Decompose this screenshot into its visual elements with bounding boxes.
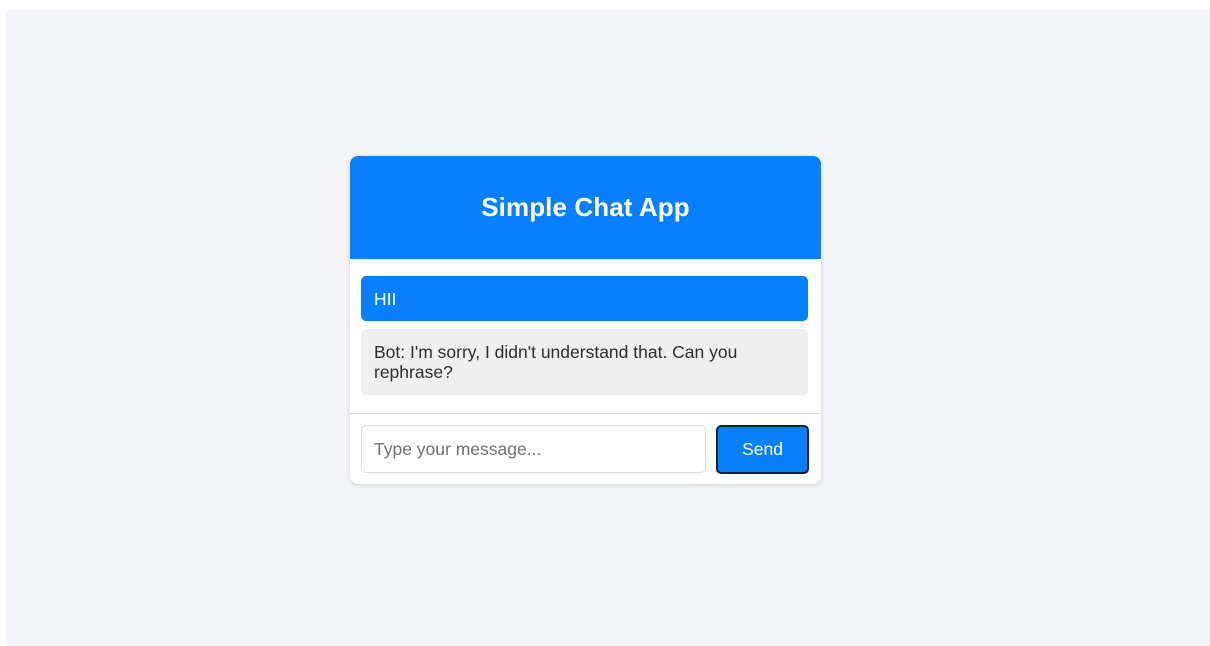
message-list[interactable]: HII Bot: I'm sorry, I didn't understand …	[350, 259, 821, 413]
send-button[interactable]: Send	[716, 425, 809, 474]
chat-container: Simple Chat App HII Bot: I'm sorry, I di…	[350, 156, 821, 484]
message-input[interactable]	[361, 425, 706, 473]
chat-title: Simple Chat App	[481, 192, 690, 222]
page-background: Simple Chat App HII Bot: I'm sorry, I di…	[6, 10, 1210, 646]
bot-message: Bot: I'm sorry, I didn't understand that…	[361, 329, 808, 395]
user-message: HII	[361, 276, 808, 321]
chat-header: Simple Chat App	[350, 156, 821, 259]
composer-divider	[350, 413, 821, 414]
